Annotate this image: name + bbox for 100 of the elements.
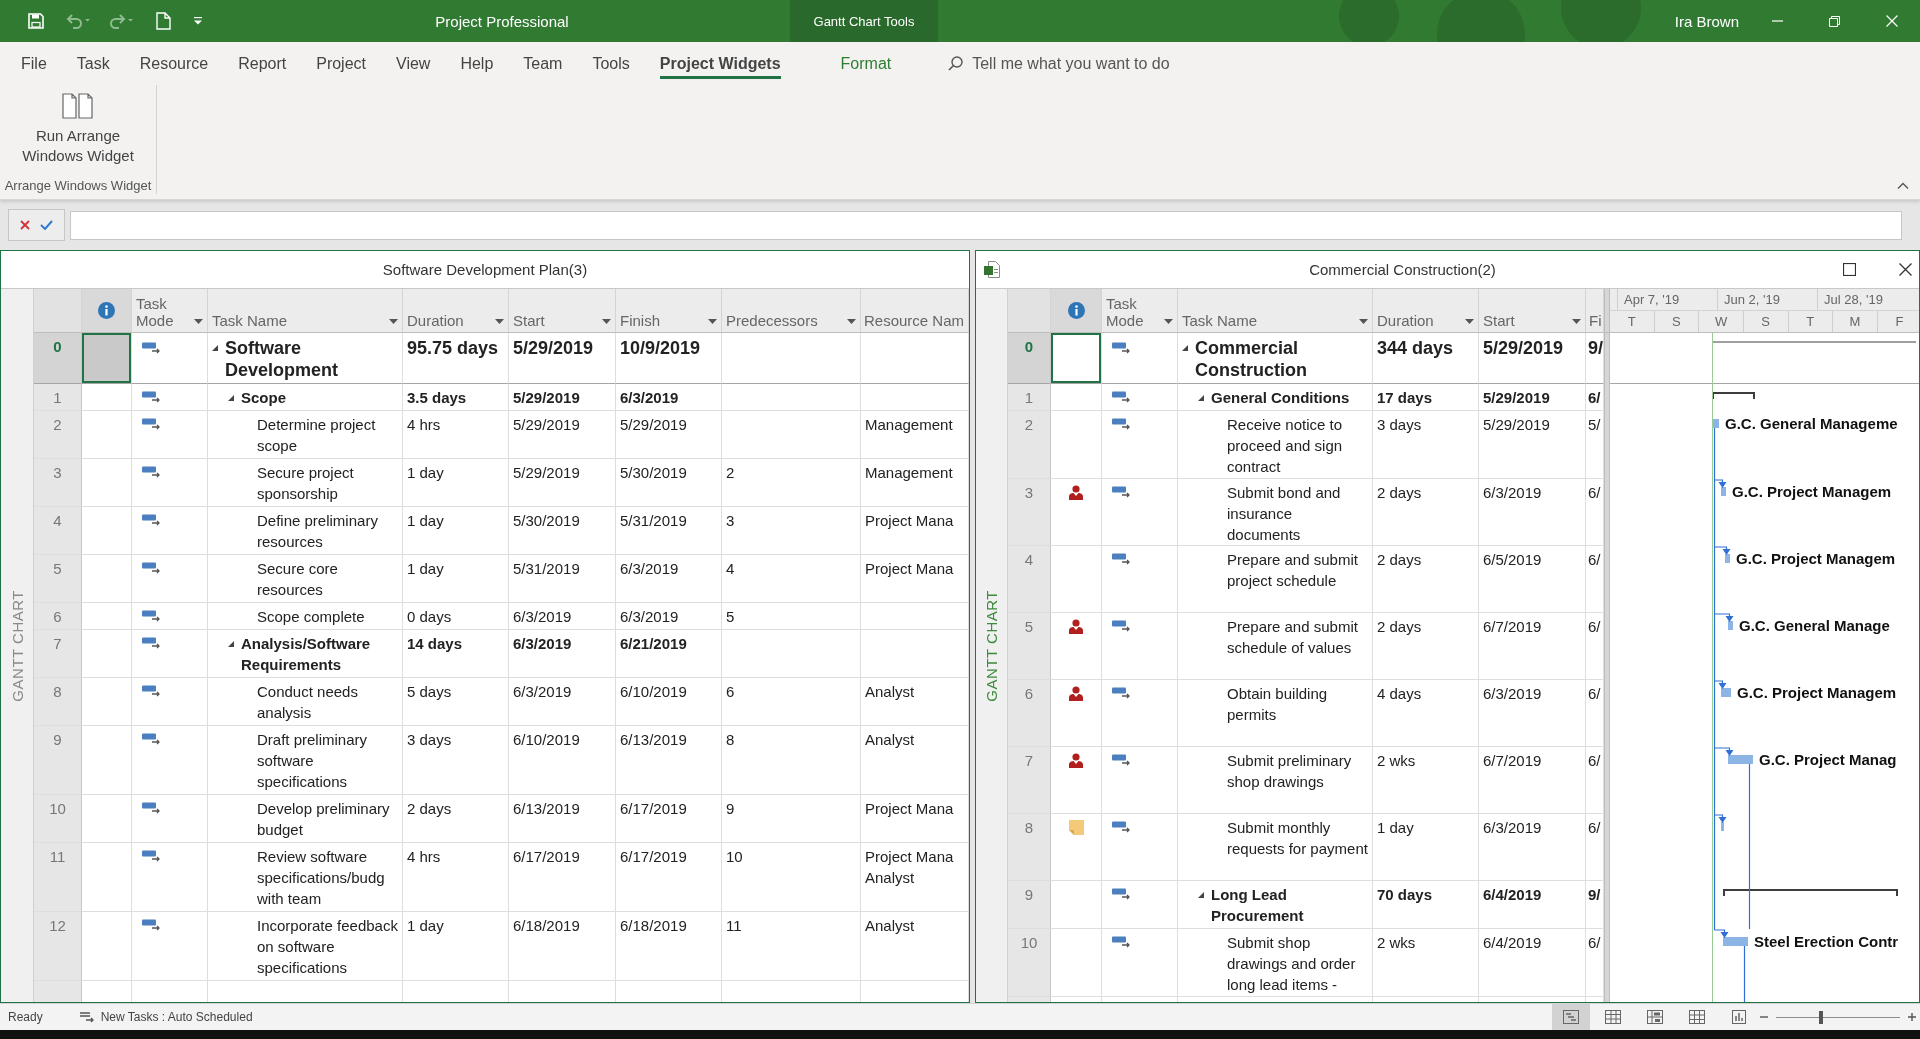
table-cell: 1 day [403,555,509,603]
project-file-icon[interactable] [984,261,1000,278]
ribbon-tab[interactable]: Format [840,42,892,79]
maximize-icon[interactable] [1843,263,1856,276]
column-header[interactable]: Start [1479,289,1586,333]
ribbon-tab[interactable]: Team [523,42,563,79]
row-number[interactable]: 0 [1008,333,1051,384]
search-field[interactable]: Tell me what you want to do [972,54,1213,73]
row-number[interactable]: 10 [1008,929,1051,997]
ribbon-tab[interactable]: Task [76,42,110,79]
row-number[interactable]: 5 [1008,613,1051,681]
row-number[interactable]: 1 [1008,384,1051,411]
dropdown-arrow-icon[interactable] [389,319,398,324]
row-number[interactable]: 6 [34,603,82,630]
dropdown-arrow-icon[interactable] [1359,319,1368,324]
ribbon-tab[interactable]: Report [238,42,287,79]
row-number[interactable]: 8 [34,678,82,726]
column-header[interactable]: Predecessors [722,289,861,333]
row-number[interactable]: 9 [1008,881,1051,930]
dropdown-arrow-icon[interactable] [708,319,717,324]
view-button[interactable] [1552,1004,1590,1030]
dropdown-arrow-icon[interactable] [847,319,856,324]
close-icon[interactable] [1899,263,1912,276]
outline-caret-icon[interactable] [212,345,218,351]
column-header[interactable]: Duration [403,289,509,333]
collapse-ribbon-icon[interactable] [1897,182,1909,189]
search-icon[interactable] [948,56,964,71]
column-header[interactable]: Task Name [1178,289,1373,333]
zoom-in-icon[interactable] [1908,1013,1916,1021]
note-icon [1068,820,1084,836]
task-name: Develop preliminary budget [257,799,391,840]
column-header[interactable]: Task Mode [1102,289,1178,333]
check-icon[interactable] [40,220,53,230]
column-header[interactable] [1051,289,1102,333]
row-number[interactable]: 12 [34,912,82,981]
column-header[interactable]: Task Mode [132,289,208,333]
dropdown-arrow-icon[interactable] [602,319,611,324]
column-header[interactable]: Duration [1373,289,1479,333]
task-mode-icon[interactable] [79,1011,95,1023]
column-header[interactable]: Resource Nam [861,289,969,333]
row-number[interactable]: 10 [34,795,82,843]
column-header[interactable] [82,289,132,333]
save-icon[interactable] [28,13,44,29]
dropdown-arrow-icon[interactable] [495,319,504,324]
ribbon-tab[interactable]: Project [316,42,366,79]
task-mode-icon [142,391,161,403]
table-cell: Analyst [861,726,969,795]
formula-field[interactable] [70,210,1902,240]
row-number[interactable]: 1 [34,384,82,411]
ribbon-tab[interactable]: Resource [139,42,209,79]
table-cell: 2 [722,459,861,507]
ribbon-tab[interactable]: File [21,42,47,79]
dropdown-arrow-icon[interactable] [1465,319,1474,324]
row-number[interactable]: 5 [34,555,82,603]
contextual-tab-group: Gantt Chart Tools [790,0,938,42]
outline-caret-icon[interactable] [1198,395,1204,401]
column-header[interactable]: Finish [616,289,722,333]
row-number[interactable]: 2 [34,411,82,459]
row-number[interactable]: 4 [34,507,82,555]
slider-thumb[interactable] [1818,1010,1823,1024]
task-name: Submit preliminary shop drawings [1227,751,1353,793]
outline-caret-icon[interactable] [228,395,234,401]
row-number[interactable]: 3 [1008,478,1051,547]
user-name[interactable]: Ira Brown [1674,12,1739,30]
column-header[interactable]: Fi [1586,289,1604,333]
bar-label: G.C. Project Managem [1736,549,1896,570]
row-number[interactable]: 6 [1008,680,1051,748]
column-header[interactable]: Start [509,289,616,333]
cancel-icon[interactable] [20,220,30,230]
row-number[interactable]: 0 [34,333,82,384]
column-header[interactable]: Task Name [208,289,403,333]
row-number[interactable]: 9 [34,726,82,795]
row-number[interactable]: 3 [34,459,82,507]
task-mode-icon [1112,821,1131,834]
row-number[interactable]: 7 [34,630,82,678]
ribbon-tab[interactable]: View [396,42,431,79]
ribbon-tab[interactable]: Project Widgets [659,42,781,79]
table-cell: Project Mana [861,795,969,843]
customize-caret-icon[interactable] [194,17,202,25]
active-cell[interactable] [82,333,132,384]
row-number[interactable]: 2 [1008,411,1051,479]
row-number[interactable]: 4 [1008,546,1051,614]
ribbon-tab[interactable]: Help [460,42,494,79]
row-number[interactable]: 8 [1008,814,1051,882]
new-document-icon[interactable] [156,12,171,30]
row-number[interactable]: 7 [1008,747,1051,815]
ribbon-button[interactable]: Run Arrange Windows Widget [12,85,144,168]
restore-icon[interactable] [1829,15,1840,27]
ribbon-tab[interactable]: Tools [592,42,630,79]
row-number[interactable]: 11 [34,843,82,912]
dropdown-arrow-icon[interactable] [1572,319,1581,324]
outline-caret-icon[interactable] [1198,892,1204,899]
table-cell: 2 days [1373,478,1479,547]
status-text[interactable]: New Tasks : Auto Scheduled [100,1010,253,1024]
outline-caret-icon[interactable] [1182,345,1188,351]
dropdown-arrow-icon[interactable] [194,319,203,324]
dropdown-arrow-icon[interactable] [1164,319,1173,324]
outline-caret-icon[interactable] [228,641,234,647]
table-cell: Analyst [861,912,969,981]
active-cell[interactable] [1051,333,1102,384]
